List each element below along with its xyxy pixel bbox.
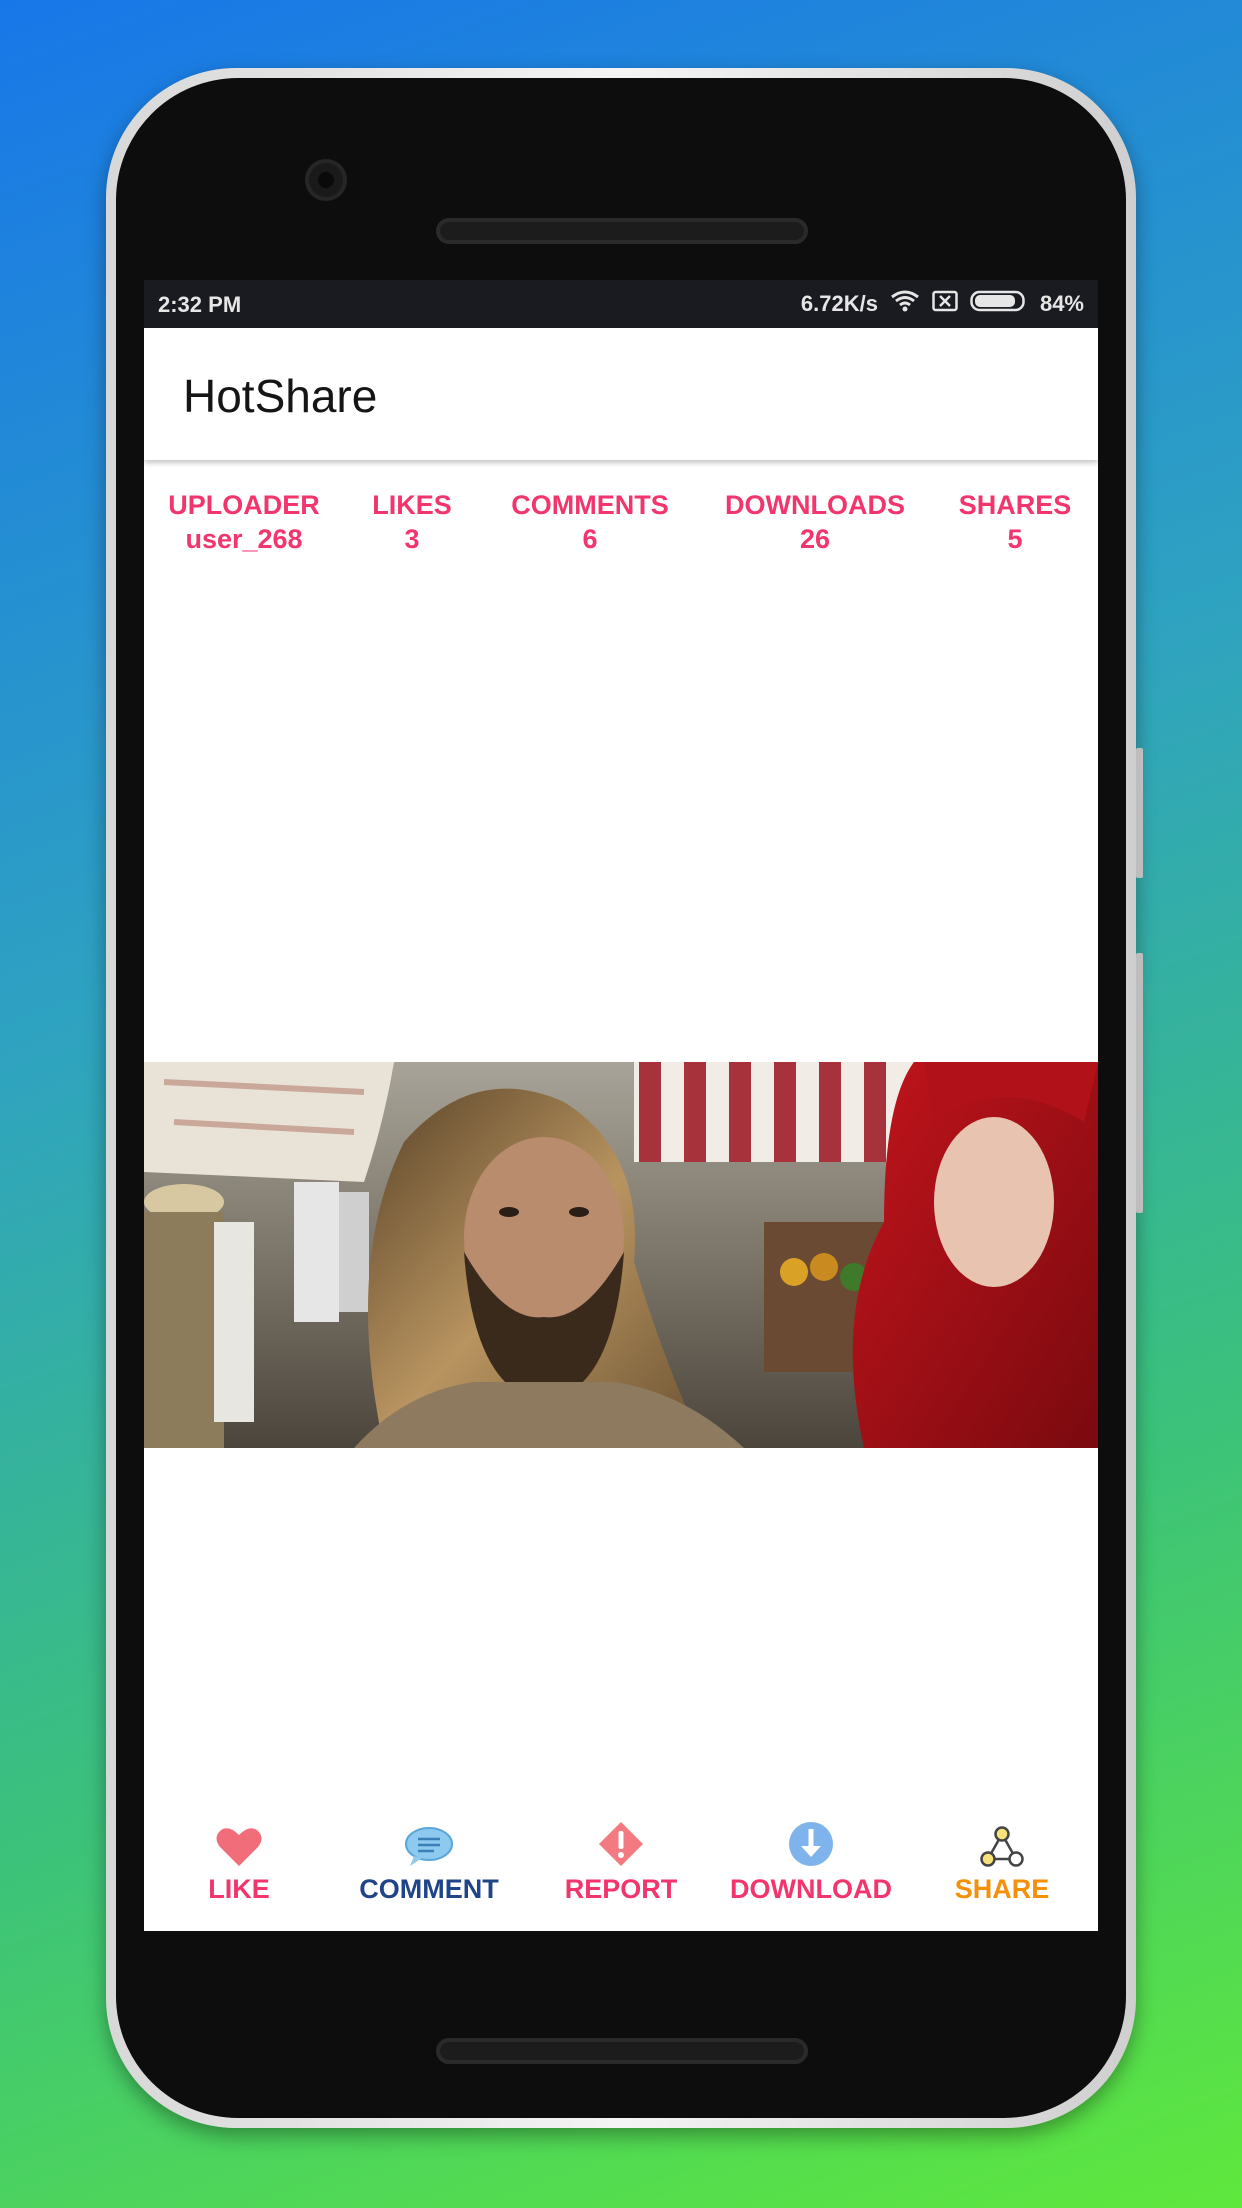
battery-level: 84% bbox=[1039, 291, 1084, 316]
volume-button bbox=[1136, 748, 1143, 878]
status-bar: 2:32 PM 6.72K/s 84% bbox=[144, 280, 1098, 328]
stat-label: UPLOADER bbox=[168, 490, 320, 520]
heart-icon bbox=[216, 1828, 262, 1866]
top-speaker bbox=[436, 218, 808, 244]
stat-value: 5 bbox=[1007, 524, 1023, 554]
report-button[interactable]: REPORT bbox=[531, 1820, 711, 1905]
power-button bbox=[1136, 953, 1143, 1213]
no-sim-icon bbox=[932, 290, 958, 318]
stat-downloads: DOWNLOADS 26 bbox=[725, 488, 905, 556]
app-screen: 2:32 PM 6.72K/s 84% HotShare UPLOADER us… bbox=[144, 280, 1098, 1931]
download-icon bbox=[789, 1822, 833, 1866]
stat-label: COMMENTS bbox=[511, 490, 669, 520]
report-label: REPORT bbox=[564, 1874, 678, 1904]
like-label: LIKE bbox=[208, 1874, 270, 1904]
wifi-icon bbox=[890, 290, 920, 318]
stat-uploader: UPLOADER user_268 bbox=[168, 488, 320, 556]
stat-value: 3 bbox=[404, 524, 420, 554]
network-speed: 6.72K/s bbox=[800, 291, 878, 316]
action-bar: LIKE COMMENT REPORT DOWNLOAD SHARE bbox=[144, 1820, 1098, 1931]
status-time: 2:32 PM bbox=[158, 292, 242, 317]
share-label: SHARE bbox=[954, 1874, 1050, 1904]
download-button[interactable]: DOWNLOAD bbox=[721, 1820, 901, 1905]
bottom-speaker bbox=[436, 2038, 808, 2064]
stat-value: 26 bbox=[799, 524, 831, 554]
stat-label: LIKES bbox=[372, 490, 452, 520]
app-bar: HotShare bbox=[144, 328, 1098, 460]
stat-label: SHARES bbox=[958, 490, 1072, 520]
video-player[interactable] bbox=[144, 1062, 1098, 1448]
stat-likes: LIKES 3 bbox=[372, 488, 452, 556]
share-button[interactable]: SHARE bbox=[912, 1820, 1092, 1905]
app-title: HotShare bbox=[183, 370, 378, 422]
comment-button[interactable]: COMMENT bbox=[339, 1820, 519, 1905]
stat-value: 6 bbox=[582, 524, 598, 554]
front-camera bbox=[305, 159, 347, 201]
stat-value: user_268 bbox=[185, 524, 303, 554]
warning-icon bbox=[599, 1822, 643, 1866]
stat-shares: SHARES 5 bbox=[959, 488, 1072, 556]
stat-label: DOWNLOADS bbox=[725, 490, 905, 520]
stat-comments: COMMENTS 6 bbox=[511, 488, 669, 556]
like-button[interactable]: LIKE bbox=[149, 1820, 329, 1905]
download-label: DOWNLOAD bbox=[730, 1874, 892, 1904]
video-frame-image bbox=[144, 1062, 1098, 1448]
battery-icon bbox=[970, 290, 1028, 318]
comment-label: COMMENT bbox=[359, 1874, 499, 1904]
share-nodes-icon bbox=[980, 1826, 1024, 1867]
stats-row: UPLOADER user_268 LIKES 3 COMMENTS 6 DOW… bbox=[144, 488, 1098, 568]
speech-bubble-icon bbox=[405, 1827, 453, 1866]
